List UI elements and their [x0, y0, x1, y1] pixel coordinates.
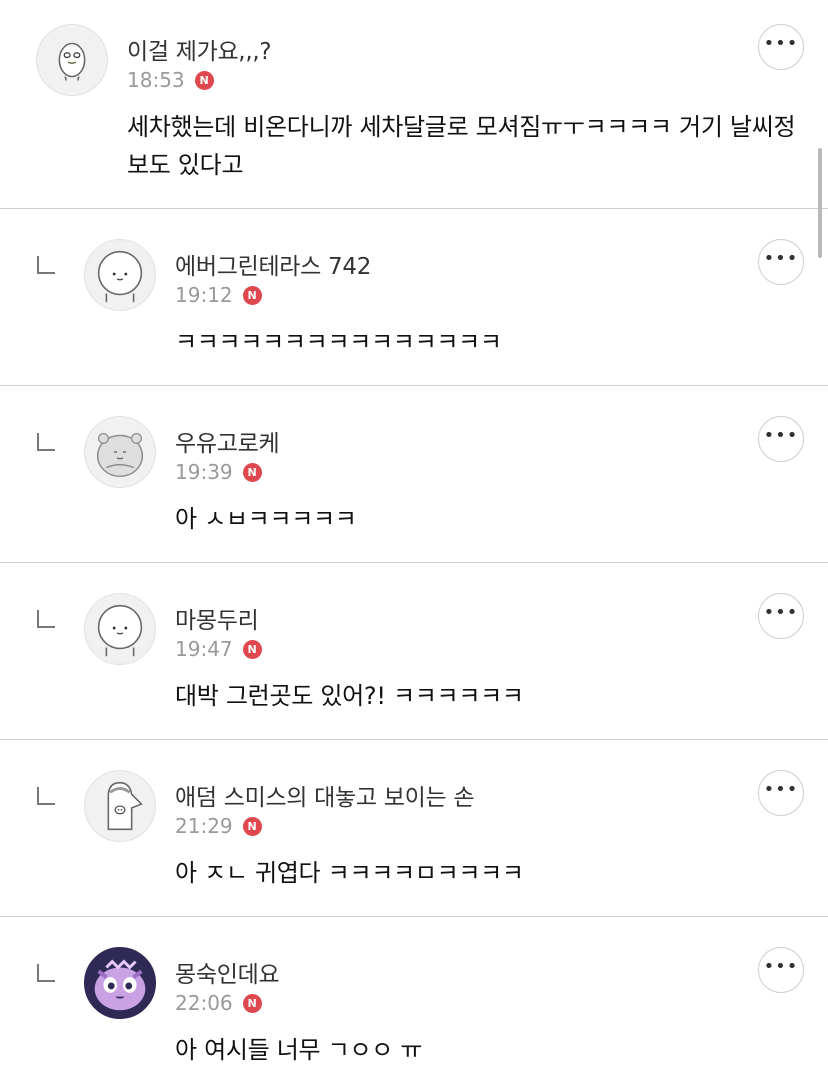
- avatar[interactable]: [84, 239, 156, 311]
- reply-arrow-icon: [36, 609, 56, 629]
- comment-text: ㅋㅋㅋㅋㅋㅋㅋㅋㅋㅋㅋㅋㅋㅋㅋ: [175, 328, 502, 356]
- comment-time: 18:53: [127, 68, 185, 92]
- comment-author[interactable]: 우유고로케: [175, 424, 280, 458]
- avatar[interactable]: [84, 593, 156, 665]
- comment-meta: 19:12 N: [175, 283, 262, 307]
- comment-author[interactable]: 몽숙인데요: [175, 955, 280, 989]
- new-badge: N: [194, 70, 214, 90]
- reply-arrow-icon: [36, 432, 56, 452]
- comment-time: 19:12: [175, 283, 233, 307]
- more-options-button[interactable]: •••: [758, 239, 804, 285]
- more-icon: •••: [763, 33, 799, 54]
- reply-item: 몽숙인데요 22:06 N ••• 아 여시들 너무 ㄱㅇㅇ ㅠ: [0, 917, 828, 1077]
- comment-meta: 19:47 N: [175, 637, 262, 661]
- reply-item: 에버그린테라스 742 19:12 N ••• ㅋㅋㅋㅋㅋㅋㅋㅋㅋㅋㅋㅋㅋㅋㅋ: [0, 209, 828, 386]
- comment-time: 22:06: [175, 991, 233, 1015]
- reply-arrow-icon: [36, 786, 56, 806]
- comment-item: 이걸 제가요,,,? 18:53 N ••• 세차했는데 비온다니까 세차달글로…: [0, 0, 828, 209]
- more-options-button[interactable]: •••: [758, 593, 804, 639]
- new-badge: N: [242, 993, 262, 1013]
- more-options-button[interactable]: •••: [758, 947, 804, 993]
- more-options-button[interactable]: •••: [758, 770, 804, 816]
- purple-monster-icon: [85, 948, 155, 1018]
- avatar[interactable]: [84, 416, 156, 488]
- more-options-button[interactable]: •••: [758, 24, 804, 70]
- comment-author[interactable]: 이걸 제가요,,,?: [127, 32, 272, 66]
- comment-meta: 22:06 N: [175, 991, 262, 1015]
- comment-meta: 18:53 N: [127, 68, 214, 92]
- reply-item: 애덤 스미스의 대놓고 보이는 손 21:29 N ••• 아 ㅈㄴ 귀엽다 ㅋ…: [0, 740, 828, 917]
- new-badge: N: [242, 285, 262, 305]
- comment-time: 19:39: [175, 460, 233, 484]
- comment-meta: 19:39 N: [175, 460, 262, 484]
- comment-time: 21:29: [175, 814, 233, 838]
- new-badge: N: [242, 462, 262, 482]
- new-badge: N: [242, 816, 262, 836]
- reply-item: 마몽두리 19:47 N ••• 대박 그런곳도 있어?! ㅋㅋㅋㅋㅋㅋ: [0, 563, 828, 740]
- comment-text: 아 ㅈㄴ 귀엽다 ㅋㅋㅋㅋㅁㅋㅋㅋㅋ: [175, 859, 524, 887]
- bear-character-icon: [97, 604, 143, 657]
- more-icon: •••: [763, 248, 799, 269]
- comment-text: 세차했는데 비온다니까 세차달글로 모셔짐ㅠㅜㅋㅋㅋㅋ 거기 날씨정보도 있다고: [127, 113, 796, 179]
- more-options-button[interactable]: •••: [758, 416, 804, 462]
- comment-text: 아 여시들 너무 ㄱㅇㅇ ㅠ: [175, 1036, 423, 1064]
- avatar[interactable]: [36, 24, 108, 96]
- scrollbar[interactable]: [818, 148, 822, 258]
- bear-character-icon: [97, 250, 143, 303]
- reply-item: 우유고로케 19:39 N ••• 아 ㅅㅂㅋㅋㅋㅋㅋ: [0, 386, 828, 563]
- hamster-character-icon: [96, 432, 144, 477]
- new-badge: N: [242, 639, 262, 659]
- comment-author[interactable]: 애덤 스미스의 대놓고 보이는 손: [175, 778, 475, 812]
- comment-list: 이걸 제가요,,,? 18:53 N ••• 세차했는데 비온다니까 세차달글로…: [0, 0, 828, 1077]
- more-icon: •••: [763, 779, 799, 800]
- more-icon: •••: [763, 956, 799, 977]
- comment-meta: 21:29 N: [175, 814, 262, 838]
- comment-author[interactable]: 마몽두리: [175, 601, 259, 635]
- comment-text: 아 ㅅㅂㅋㅋㅋㅋㅋ: [175, 505, 357, 533]
- more-icon: •••: [763, 425, 799, 446]
- comment-time: 19:47: [175, 637, 233, 661]
- avatar[interactable]: [84, 770, 156, 842]
- penguin-character-icon: [107, 781, 143, 831]
- duck-character-icon: [58, 42, 86, 81]
- comment-author[interactable]: 에버그린테라스 742: [175, 247, 371, 281]
- reply-arrow-icon: [36, 255, 56, 275]
- avatar[interactable]: [84, 947, 156, 1019]
- reply-arrow-icon: [36, 963, 56, 983]
- comment-text: 대박 그런곳도 있어?! ㅋㅋㅋㅋㅋㅋ: [175, 682, 524, 710]
- more-icon: •••: [763, 602, 799, 623]
